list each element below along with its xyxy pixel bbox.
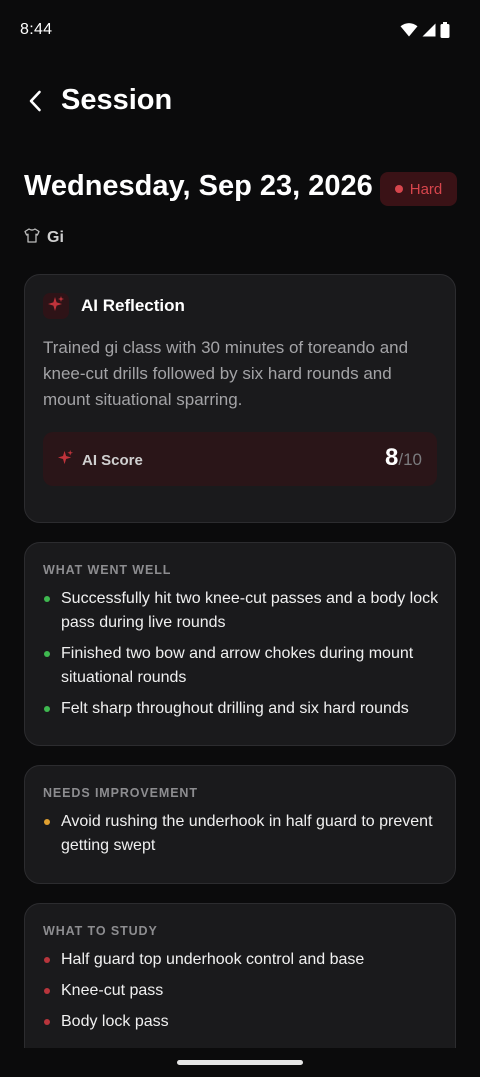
list-item: Knee-cut pass: [43, 979, 439, 1003]
uniform-row: Gi: [24, 228, 64, 248]
wifi-icon: [400, 23, 418, 42]
back-button[interactable]: [20, 86, 50, 120]
needs-improvement-heading: NEEDS IMPROVEMENT: [43, 786, 198, 800]
list-item: Felt sharp throughout drilling and six h…: [43, 697, 439, 721]
list-item-text: Felt sharp throughout drilling and six h…: [61, 700, 409, 717]
page-title: Session: [61, 84, 173, 116]
list-item-text: Successfully hit two knee-cut passes and…: [61, 590, 439, 631]
signal-icon: [422, 23, 436, 42]
what-to-study-list: Half guard top underhook control and bas…: [43, 948, 439, 1041]
intensity-dot: [394, 185, 403, 193]
list-item-text: Knee-cut pass: [61, 982, 164, 999]
status-time: 8:44: [20, 21, 53, 38]
ai-reflection-header: AI Reflection: [43, 293, 185, 319]
went-well-heading: WHAT WENT WELL: [43, 563, 172, 577]
status-bar: 8:44: [0, 0, 480, 62]
bullet-dot: [44, 596, 50, 602]
bullet-dot: [44, 988, 50, 994]
ai-score-label: AI Score: [82, 451, 143, 469]
shirt-icon: [24, 228, 40, 248]
list-item: Half guard top underhook control and bas…: [43, 948, 439, 972]
ai-score-box: AI Score 8 /10: [43, 432, 437, 486]
session-date: Wednesday, Sep 23, 2026: [24, 170, 373, 202]
list-item: Finished two bow and arrow chokes during…: [43, 642, 439, 690]
list-item-text: Avoid rushing the underhook in half guar…: [61, 813, 433, 854]
list-item: Body lock pass: [43, 1010, 439, 1034]
ai-score-label-group: AI Score: [57, 449, 143, 471]
home-indicator[interactable]: [177, 1060, 303, 1065]
ai-reflection-title: AI Reflection: [81, 296, 185, 315]
list-item-text: Body lock pass: [61, 1013, 169, 1030]
intensity-label: Hard: [409, 180, 443, 198]
status-icons: [400, 22, 450, 43]
bullet-dot: [44, 706, 50, 712]
went-well-list: Successfully hit two knee-cut passes and…: [43, 587, 439, 728]
battery-icon: [440, 22, 450, 43]
bullet-dot: [44, 819, 50, 825]
ai-score: 8 /10: [385, 444, 422, 472]
ai-reflection-summary: Trained gi class with 30 minutes of tore…: [43, 338, 409, 409]
list-item: Successfully hit two knee-cut passes and…: [43, 587, 439, 635]
sparkle-icon: [57, 449, 74, 471]
what-to-study-heading: WHAT TO STUDY: [43, 924, 158, 938]
list-item-text: Half guard top underhook control and bas…: [61, 951, 365, 968]
list-item-text: Finished two bow and arrow chokes during…: [61, 645, 414, 686]
bullet-dot: [44, 957, 50, 963]
intensity-badge: Hard: [380, 172, 457, 206]
app-header: Session: [0, 72, 480, 134]
ai-score-max: /10: [398, 450, 422, 469]
uniform-label: Gi: [47, 229, 64, 246]
ai-score-value: 8: [385, 444, 399, 471]
ai-reflection-card: AI Reflection Trained gi class with 30 m…: [24, 274, 456, 523]
needs-improvement-list: Avoid rushing the underhook in half guar…: [43, 810, 439, 865]
ai-icon-badge: [43, 293, 69, 319]
went-well-card: WHAT WENT WELL Successfully hit two knee…: [24, 542, 456, 746]
needs-improvement-card: NEEDS IMPROVEMENT Avoid rushing the unde…: [24, 765, 456, 884]
chevron-left-icon: [28, 90, 42, 117]
list-item: Avoid rushing the underhook in half guar…: [43, 810, 439, 858]
bullet-dot: [44, 651, 50, 657]
sparkle-icon: [47, 295, 65, 318]
what-to-study-card: WHAT TO STUDY Half guard top underhook c…: [24, 903, 456, 1063]
bullet-dot: [44, 1019, 50, 1025]
